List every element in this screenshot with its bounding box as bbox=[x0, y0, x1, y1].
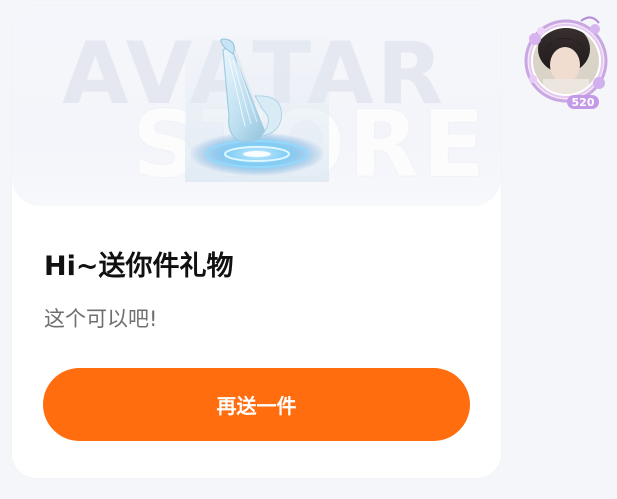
gift-banner: AVATAR STORE bbox=[12, 6, 501, 206]
avatar[interactable]: 520 bbox=[521, 9, 611, 113]
send-another-button[interactable]: 再送一件 bbox=[43, 368, 470, 441]
gift-message: 这个可以吧! bbox=[44, 307, 158, 331]
floral-avatar-frame: 520 bbox=[524, 16, 608, 109]
gift-message-card: AVATAR STORE bbox=[12, 6, 501, 478]
gift-title: Hi~送你件礼物 bbox=[44, 251, 234, 282]
avatar-badge: 520 bbox=[572, 96, 595, 109]
crystal-harp-icon bbox=[185, 36, 329, 182]
